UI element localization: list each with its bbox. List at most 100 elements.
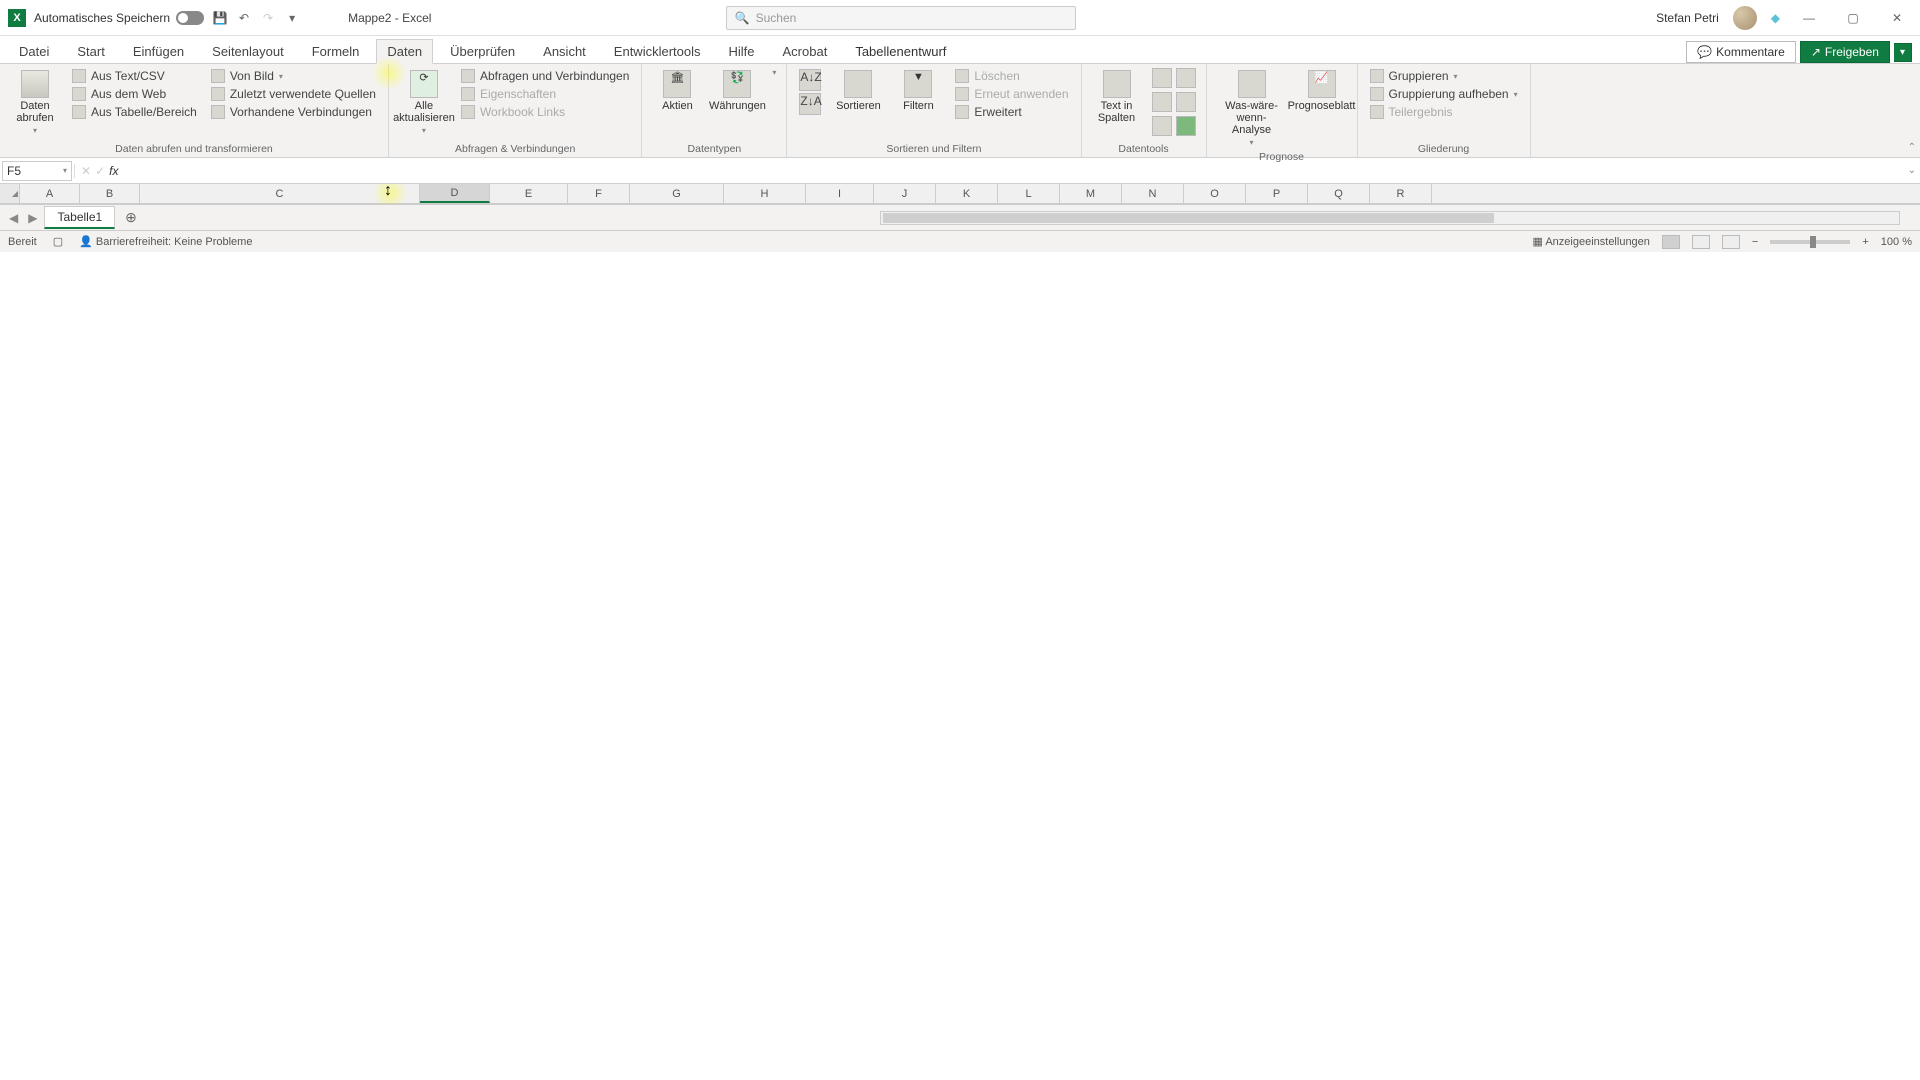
gruppierung-aufheben[interactable]: Gruppierung aufheben ▾	[1368, 86, 1520, 102]
diamond-icon[interactable]: ◆	[1771, 11, 1780, 25]
zoom-in[interactable]: +	[1862, 236, 1868, 248]
freigeben-button[interactable]: ↗ Freigeben	[1800, 41, 1890, 63]
view-page-layout-button[interactable]	[1692, 235, 1710, 249]
tab-start[interactable]: Start	[66, 39, 115, 63]
aus-dem-web[interactable]: Aus dem Web	[70, 86, 199, 102]
horizontal-scrollbar[interactable]	[880, 211, 1900, 225]
search-input[interactable]: 🔍 Suchen	[726, 6, 1076, 30]
erweitert[interactable]: Erweitert	[953, 104, 1070, 120]
add-sheet-button[interactable]: ⊕	[119, 209, 143, 226]
zoom-level[interactable]: 100 %	[1881, 236, 1912, 248]
collapse-ribbon-button[interactable]: ⌃	[1908, 142, 1916, 153]
von-bild[interactable]: Von Bild▾	[209, 68, 378, 84]
name-box[interactable]: F5 ▾	[2, 161, 72, 181]
view-normal-button[interactable]	[1662, 235, 1680, 249]
validation-icon[interactable]	[1152, 92, 1172, 112]
datamodel-icon[interactable]	[1176, 116, 1196, 136]
column-header-R[interactable]: R	[1370, 184, 1432, 203]
formula-input[interactable]	[124, 162, 1920, 180]
cancel-icon[interactable]: ✕	[81, 164, 91, 178]
column-header-M[interactable]: M	[1060, 184, 1122, 203]
close-button[interactable]: ✕	[1882, 3, 1912, 33]
tab-entwicklertools[interactable]: Entwicklertools	[603, 39, 712, 63]
aktien-button[interactable]: 🏛Aktien	[652, 68, 702, 114]
sort-asc[interactable]: A↓Z	[797, 68, 823, 92]
customize-qat-icon[interactable]: ▾	[284, 10, 300, 26]
was-waere-wenn-button[interactable]: Was-wäre-wenn-Analyse▾	[1217, 68, 1287, 149]
view-page-break-button[interactable]	[1722, 235, 1740, 249]
recording-icon[interactable]: ▢	[53, 235, 63, 248]
autosave-toggle[interactable]: Automatisches Speichern	[34, 11, 204, 25]
column-header-H[interactable]: H	[724, 184, 806, 203]
column-header-K[interactable]: K	[936, 184, 998, 203]
kommentare-button[interactable]: 💬 Kommentare	[1686, 41, 1796, 63]
sheet-tab-1[interactable]: Tabelle1	[44, 206, 115, 229]
relations-icon[interactable]	[1152, 116, 1172, 136]
column-header-F[interactable]: F	[568, 184, 630, 203]
column-header-B[interactable]: B	[80, 184, 140, 203]
text-in-spalten-button[interactable]: Text in Spalten	[1092, 68, 1142, 126]
sort-desc[interactable]: Z↓A	[797, 92, 823, 116]
filtern-button[interactable]: ▼Filtern	[893, 68, 943, 114]
column-header-N[interactable]: N	[1122, 184, 1184, 203]
waehrungen-button[interactable]: 💱Währungen	[712, 68, 762, 114]
tab-datei[interactable]: Datei	[8, 39, 60, 63]
consolidate-icon[interactable]	[1176, 92, 1196, 112]
column-header-P[interactable]: P	[1246, 184, 1308, 203]
aus-tabelle-bereich[interactable]: Aus Tabelle/Bereich	[70, 104, 199, 120]
column-header-E[interactable]: E	[490, 184, 568, 203]
tab-hilfe[interactable]: Hilfe	[718, 39, 766, 63]
sheet-nav-next[interactable]: ▶	[25, 211, 40, 225]
column-header-O[interactable]: O	[1184, 184, 1246, 203]
avatar[interactable]	[1733, 6, 1757, 30]
flash-fill-icon[interactable]	[1152, 68, 1172, 88]
save-icon[interactable]: 💾	[212, 10, 228, 26]
alle-aktualisieren-button[interactable]: ⟳ Alle aktualisieren▾	[399, 68, 449, 137]
daten-abrufen-button[interactable]: Daten abrufen▾	[10, 68, 60, 137]
column-header-D[interactable]: D	[420, 184, 490, 203]
maximize-button[interactable]: ▢	[1838, 3, 1868, 33]
accessibility-status[interactable]: 👤 Barrierefreiheit: Keine Probleme	[79, 235, 252, 248]
namebox-dropdown-icon[interactable]: ▾	[63, 166, 67, 175]
text-columns-icon	[1103, 70, 1131, 98]
column-header-G[interactable]: G	[630, 184, 724, 203]
zoom-out[interactable]: −	[1752, 236, 1758, 248]
select-all-corner[interactable]	[0, 184, 20, 203]
display-settings[interactable]: ▦ Anzeigeeinstellungen	[1532, 235, 1649, 248]
prognoseblatt-button[interactable]: 📈Prognoseblatt	[1297, 68, 1347, 114]
tab-ansicht[interactable]: Ansicht	[532, 39, 597, 63]
tab-seitenlayout[interactable]: Seitenlayout	[201, 39, 295, 63]
user-name[interactable]: Stefan Petri	[1656, 11, 1719, 25]
tab-tabellenentwurf[interactable]: Tabellenentwurf	[844, 39, 957, 63]
column-header-Q[interactable]: Q	[1308, 184, 1370, 203]
sheet-nav-prev[interactable]: ◀	[6, 211, 21, 225]
column-header-A[interactable]: A	[20, 184, 80, 203]
column-header-J[interactable]: J	[874, 184, 936, 203]
tab-daten[interactable]: Daten	[376, 39, 433, 64]
accept-icon[interactable]: ✓	[95, 164, 105, 178]
column-header-C[interactable]: C	[140, 184, 420, 203]
redo-icon[interactable]: ↷	[260, 10, 276, 26]
undo-icon[interactable]: ↶	[236, 10, 252, 26]
sortieren-button[interactable]: Sortieren	[833, 68, 883, 114]
remove-dup-icon[interactable]	[1176, 68, 1196, 88]
minimize-button[interactable]: —	[1794, 3, 1824, 33]
tab-einfuegen[interactable]: Einfügen	[122, 39, 195, 63]
vorhandene-verbindungen[interactable]: Vorhandene Verbindungen	[209, 104, 378, 120]
tab-formeln[interactable]: Formeln	[301, 39, 371, 63]
toggle-switch[interactable]	[176, 11, 204, 25]
datentypen-more[interactable]: ▾	[772, 68, 776, 77]
abfragen-verbindungen[interactable]: Abfragen und Verbindungen	[459, 68, 631, 84]
column-header-I[interactable]: I	[806, 184, 874, 203]
expand-formula-icon[interactable]: ⌄	[1908, 165, 1916, 176]
gruppieren[interactable]: Gruppieren ▾	[1368, 68, 1520, 84]
column-header-L[interactable]: L	[998, 184, 1060, 203]
tab-ueberpruefen[interactable]: Überprüfen	[439, 39, 526, 63]
freigeben-dropdown[interactable]: ▾	[1894, 43, 1912, 62]
zoom-slider[interactable]	[1770, 240, 1850, 244]
status-ready: Bereit	[8, 236, 37, 248]
tab-acrobat[interactable]: Acrobat	[772, 39, 839, 63]
zuletzt-quellen[interactable]: Zuletzt verwendete Quellen	[209, 86, 378, 102]
fx-icon[interactable]: fx	[109, 164, 118, 178]
aus-text-csv[interactable]: Aus Text/CSV	[70, 68, 199, 84]
